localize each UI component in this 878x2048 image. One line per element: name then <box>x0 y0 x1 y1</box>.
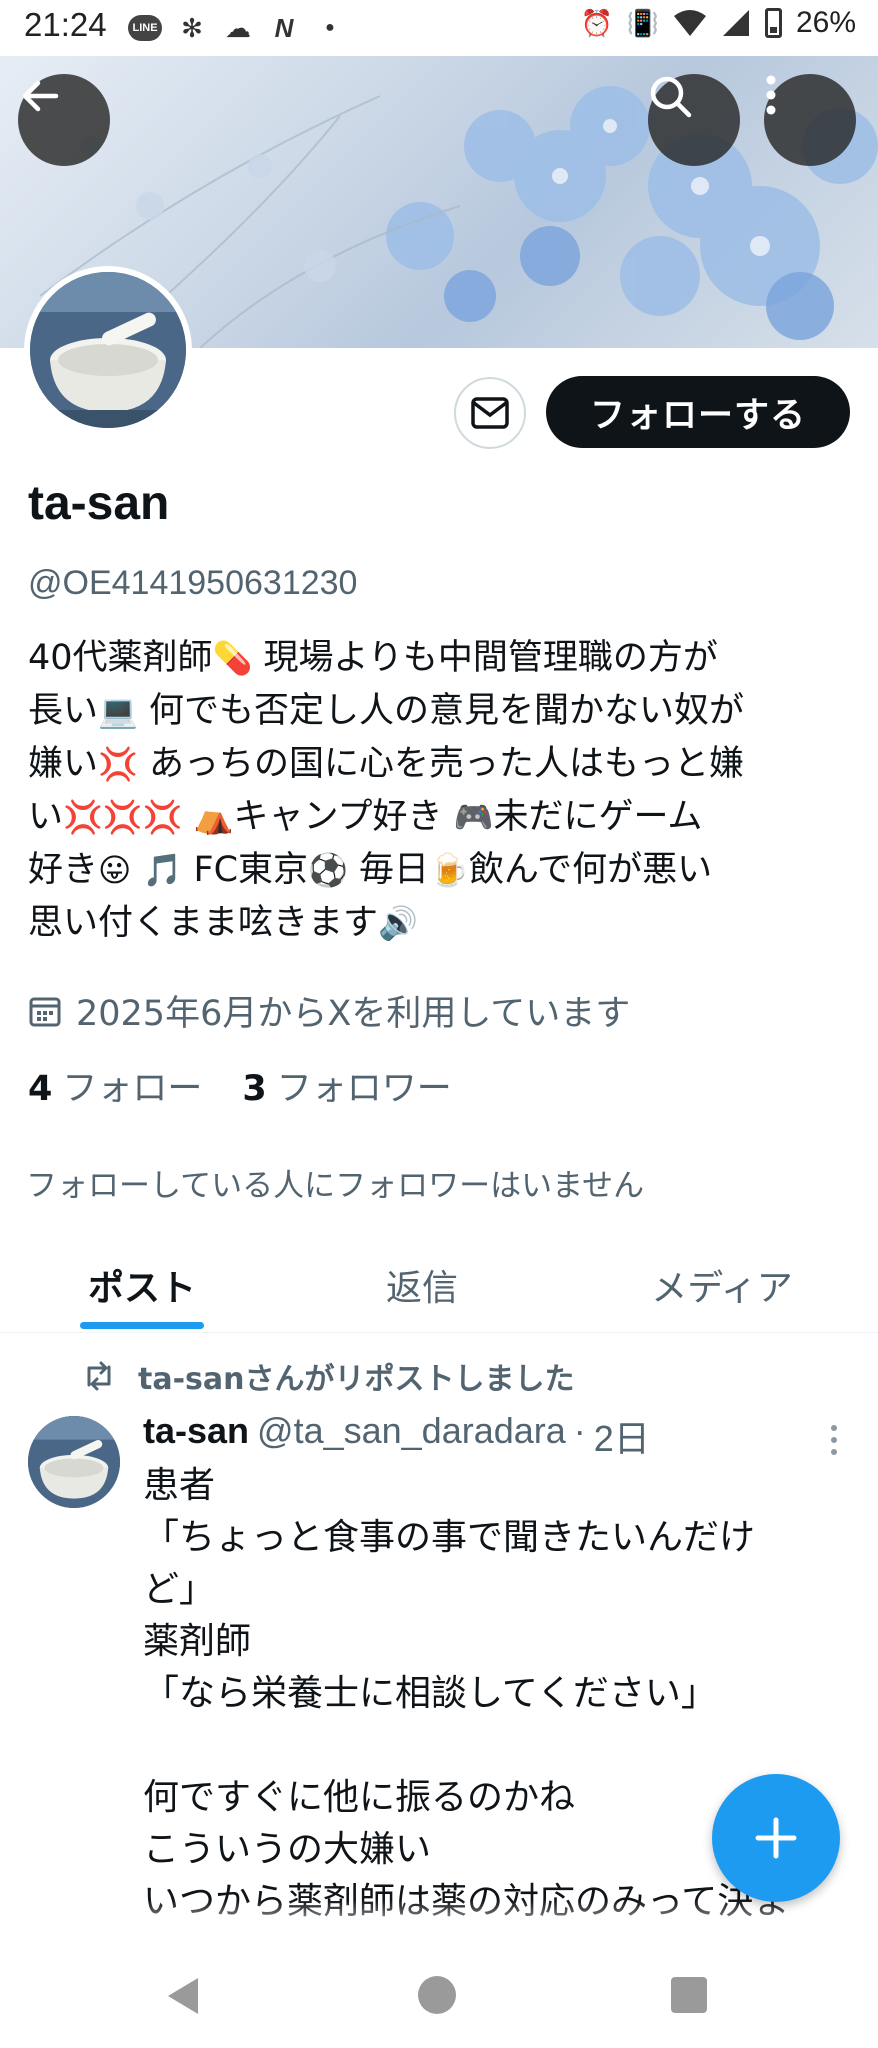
search-icon <box>650 76 692 118</box>
post-line: 患者 <box>143 1465 216 1506</box>
post-more-icon[interactable] <box>824 1420 844 1460</box>
joined-text: 2025年6月からXを利用しています <box>76 994 631 1034</box>
system-icons: ⏰ 📳 26% <box>581 6 856 40</box>
post-line: 「なら栄養士に相談してください」 <box>143 1673 717 1714</box>
followers-link[interactable]: 3 フォロワー <box>242 1060 451 1111</box>
battery-level: 26% <box>795 6 856 39</box>
post-line: ど」 <box>143 1569 216 1610</box>
anger-emoji: 💢💢💢 <box>63 798 183 836</box>
post-line: 薬剤師 <box>143 1621 252 1662</box>
beer-emoji: 🍺 <box>429 851 469 889</box>
soccer-ball-emoji: ⚽ <box>308 851 348 889</box>
follow-stats: 4 フォロー 3 フォロワー <box>28 1060 452 1111</box>
vibrate-icon: 📳 <box>626 7 660 38</box>
wifi-icon <box>673 10 706 36</box>
post-line: 「ちょっと食事の事で聞きたいんだけ <box>143 1517 756 1558</box>
tent-emoji: ⛺ <box>193 798 234 836</box>
mail-icon <box>471 397 509 429</box>
more-vertical-icon <box>766 75 776 115</box>
tab-media[interactable]: メディア <box>620 1238 824 1332</box>
post-line <box>143 1720 863 1772</box>
content-fade <box>0 1900 878 1940</box>
follow-button[interactable]: フォローする <box>546 376 850 448</box>
plus-icon <box>755 1817 797 1859</box>
following-label: フォロー <box>62 1069 203 1109</box>
weather-icon: ☁ <box>225 12 251 43</box>
tab-posts[interactable]: ポスト <box>40 1238 244 1332</box>
avatar-image <box>30 272 186 428</box>
post-separator: · <box>573 1410 586 1451</box>
calendar-icon <box>29 997 61 1026</box>
post-author-handle[interactable]: @ta_san_daradara <box>257 1410 566 1462</box>
post-age: 2日 <box>593 1418 650 1459</box>
post-header: ta-san @ta_san_daradara · 2日 <box>143 1410 650 1462</box>
tab-replies[interactable]: 返信 <box>320 1238 524 1332</box>
more-options-button[interactable] <box>764 74 856 166</box>
search-button[interactable] <box>648 74 740 166</box>
message-button[interactable] <box>454 377 526 449</box>
profile-tabs: ポスト 返信 メディア <box>0 1238 878 1333</box>
n-app-icon: N <box>274 12 294 43</box>
status-bar: 21:24 LINE ✻ ☁ N ● ⏰ 📳 26% <box>0 0 878 56</box>
bio-line: 好き😛 🎵 FC東京⚽ 毎日🍺飲んで何が悪い <box>28 844 858 897</box>
repost-icon <box>87 1361 111 1391</box>
pill-emoji: 💊 <box>212 639 253 677</box>
following-link[interactable]: 4 フォロー <box>28 1060 202 1111</box>
bio-line: い💢💢💢 ⛺キャンプ好き 🎮未だにゲーム <box>28 791 858 844</box>
bio-line: 40代薬剤師💊 現場よりも中間管理職の方が <box>28 632 858 685</box>
pinwheel-icon: ✻ <box>181 12 203 43</box>
followers-label: フォロワー <box>276 1069 452 1109</box>
more-notifications-icon: ● <box>325 19 335 36</box>
nav-recents-icon[interactable] <box>670 1976 708 2014</box>
following-count: 4 <box>28 1069 53 1109</box>
user-handle: @OE4141950631230 <box>28 564 358 602</box>
followers-count: 3 <box>242 1069 267 1109</box>
system-navigation-bar <box>0 1938 878 2048</box>
status-time: 21:24 <box>24 6 107 43</box>
repost-label: ta-sanさんがリポストしました <box>138 1362 575 1397</box>
profile-bio: 40代薬剤師💊 現場よりも中間管理職の方が 長い💻 何でも否定し人の意見を聞かな… <box>28 632 858 950</box>
post-author-name[interactable]: ta-san <box>143 1410 249 1462</box>
active-tab-indicator <box>80 1322 204 1329</box>
display-name: ta-san <box>28 477 170 530</box>
repost-context[interactable]: ta-sanさんがリポストしました <box>82 1354 575 1398</box>
nav-home-icon[interactable] <box>416 1974 458 2016</box>
tongue-emoji: 😛 <box>98 851 132 889</box>
no-mutual-followers-text: フォローしている人にフォロワーはいません <box>26 1168 645 1204</box>
anger-emoji: 💢 <box>98 745 138 783</box>
bio-line: 長い💻 何でも否定し人の意見を聞かない奴が <box>28 685 858 738</box>
back-arrow-icon <box>22 80 59 112</box>
bio-line: 嫌い💢 あっちの国に心を売った人はもっと嫌 <box>28 738 858 791</box>
computer-emoji: 💻 <box>98 692 138 730</box>
post-author-avatar[interactable] <box>28 1416 120 1508</box>
back-button[interactable] <box>18 74 110 166</box>
bio-line: 思い付くまま呟きます🔊 <box>28 897 858 950</box>
line-app-icon: LINE <box>128 15 162 41</box>
nav-back-icon[interactable] <box>164 1976 202 2016</box>
joined-date: 2025年6月からXを利用しています <box>28 985 630 1036</box>
music-note-emoji: 🎵 <box>142 851 183 889</box>
speaker-emoji: 🔊 <box>378 904 418 942</box>
gamepad-emoji: 🎮 <box>453 798 494 836</box>
notification-icons: LINE ✻ ☁ N ● <box>128 12 346 44</box>
signal-icon <box>722 10 749 36</box>
compose-post-button[interactable] <box>712 1774 840 1902</box>
profile-avatar[interactable] <box>24 266 192 434</box>
alarm-icon: ⏰ <box>580 7 614 38</box>
battery-icon <box>764 8 782 38</box>
